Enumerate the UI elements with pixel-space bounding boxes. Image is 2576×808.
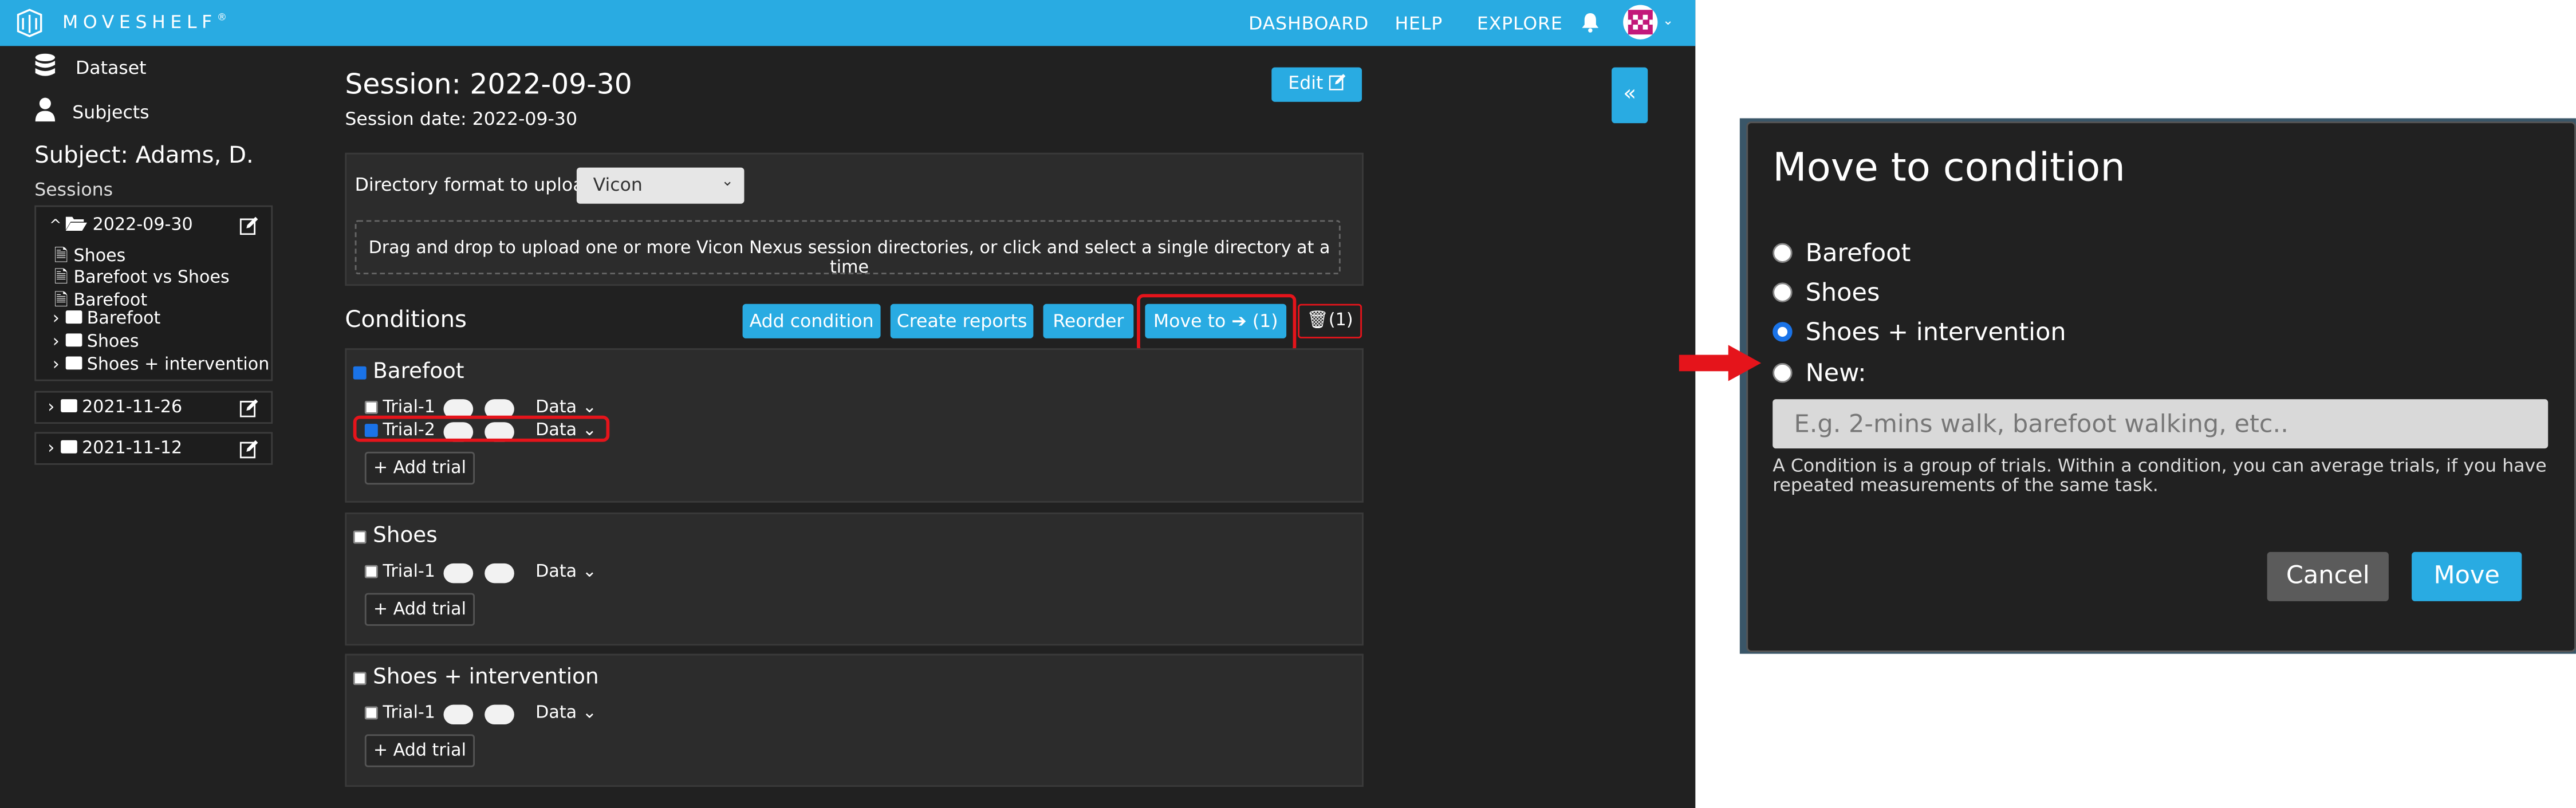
move-button[interactable]: Move: [2412, 551, 2522, 601]
trial-checkbox[interactable]: [364, 565, 378, 578]
subject-title: Subject: Adams, D.: [34, 143, 254, 170]
file-icon: 🗎: [54, 267, 68, 288]
file-icon: 🗎: [54, 246, 68, 266]
chevron-right-icon: ›: [48, 438, 55, 459]
chart-icon[interactable]: [443, 704, 474, 725]
nav-explore[interactable]: EXPLORE: [1477, 13, 1563, 34]
brand-name[interactable]: MOVESHELF®: [62, 11, 227, 33]
radio-label: Shoes: [1805, 277, 1880, 308]
add-condition-button[interactable]: Add condition: [742, 304, 881, 338]
nav-help[interactable]: HELP: [1395, 13, 1443, 34]
add-trial-button[interactable]: + Add trial: [364, 451, 475, 485]
video-icon[interactable]: [485, 563, 514, 584]
trial-checkbox[interactable]: [364, 400, 378, 414]
dialog-title: Move to condition: [1773, 144, 2126, 191]
collapse-panel-button[interactable]: «: [1612, 67, 1648, 124]
radio-button[interactable]: [1773, 243, 1793, 263]
chevron-right-icon: ›: [52, 332, 60, 352]
app-screenshot: MOVESHELF® DASHBOARD HELP EXPLORE ⌄ Data…: [0, 0, 1696, 808]
folder-icon: [65, 310, 82, 324]
trial-name[interactable]: Trial-1: [383, 397, 435, 417]
video-icon[interactable]: [485, 704, 514, 725]
upload-format-label: Directory format to upload: [355, 174, 596, 196]
folder-icon: [65, 333, 82, 347]
session-item-2021-11-26[interactable]: › 2021-11-26: [48, 397, 182, 417]
red-arrow-icon: [1679, 345, 1762, 381]
radio-button[interactable]: [1773, 282, 1793, 302]
edit-icon[interactable]: [239, 440, 258, 459]
nav-dashboard[interactable]: DASHBOARD: [1248, 13, 1369, 34]
chevron-down-icon[interactable]: ⌄: [1663, 13, 1673, 28]
folder-item[interactable]: › Shoes + intervention: [53, 355, 270, 375]
trial-name[interactable]: Trial-1: [383, 703, 435, 723]
trash-icon: 🗑: [1306, 310, 1329, 330]
data-dropdown[interactable]: Data ⌄: [535, 397, 597, 417]
top-navbar: MOVESHELF® DASHBOARD HELP EXPLORE ⌄: [0, 0, 1696, 46]
moveshelf-logo-icon: [17, 9, 42, 37]
folder-icon: [65, 356, 82, 370]
chevron-down-icon: ⌄: [582, 562, 597, 582]
bell-icon[interactable]: [1581, 11, 1600, 33]
folder-open-icon: [65, 216, 88, 231]
condition-checkbox[interactable]: [353, 672, 367, 685]
upload-format-select[interactable]: Vicon ⌄: [576, 167, 745, 204]
avatar[interactable]: [1623, 5, 1658, 40]
condition-name: Barefoot: [373, 360, 464, 385]
chart-icon[interactable]: [443, 563, 474, 584]
add-trial-button[interactable]: + Add trial: [364, 593, 475, 626]
conditions-title: Conditions: [345, 307, 467, 334]
page-title: Session: 2022-09-30: [345, 69, 632, 102]
chevron-right-icon: ›: [52, 354, 60, 375]
condition-name: Shoes + intervention: [373, 665, 599, 690]
data-dropdown[interactable]: Data ⌄: [535, 703, 597, 723]
radio-label: Shoes + intervention: [1805, 317, 2066, 347]
chevron-right-icon: ›: [48, 397, 55, 417]
user-icon: [35, 97, 56, 122]
trial-name[interactable]: Trial-1: [383, 562, 435, 581]
edit-icon[interactable]: [239, 216, 258, 235]
database-icon: [35, 53, 56, 76]
upload-drop-zone[interactable]: Drag and drop to upload one or more Vico…: [355, 220, 1341, 278]
condition-name: Shoes: [373, 524, 438, 549]
add-trial-button[interactable]: + Add trial: [364, 734, 475, 767]
session-date-label: Session date: 2022-09-30: [345, 108, 578, 130]
folder-item[interactable]: › Shoes: [53, 332, 139, 351]
double-chevron-left-icon: «: [1623, 82, 1637, 107]
sessions-label: Sessions: [34, 179, 113, 200]
delete-button[interactable]: 🗑(1): [1298, 304, 1362, 338]
chevron-down-icon: ⌄: [721, 174, 734, 191]
chevron-up-icon[interactable]: ^: [49, 219, 66, 235]
reorder-button[interactable]: Reorder: [1043, 304, 1134, 338]
folder-icon: [60, 440, 77, 454]
sidebar-link-subjects[interactable]: Subjects: [72, 102, 149, 123]
folder-item[interactable]: › Barefoot: [53, 309, 161, 328]
radio-label: New:: [1805, 358, 1866, 388]
chevron-down-icon: ⌄: [582, 397, 597, 417]
file-icon: 🗎: [54, 290, 68, 311]
session-item-2021-11-12[interactable]: › 2021-11-12: [48, 439, 182, 458]
radio-button[interactable]: [1773, 362, 1793, 383]
session-item-2022-09-30[interactable]: ^ 2022-09-30: [49, 215, 193, 235]
folder-icon: [60, 399, 77, 413]
dialog-help-text: A Condition is a group of trials. Within…: [1773, 455, 2547, 496]
new-condition-input[interactable]: [1773, 399, 2549, 449]
edit-icon[interactable]: [239, 399, 258, 417]
edit-button[interactable]: Edit: [1271, 67, 1362, 102]
radio-button[interactable]: [1773, 322, 1793, 342]
sidebar-link-dataset[interactable]: Dataset: [76, 57, 147, 78]
radio-label: Barefoot: [1805, 238, 1911, 268]
data-dropdown[interactable]: Data ⌄: [535, 562, 597, 581]
drop-zone-text: Drag and drop to upload one or more Vico…: [368, 238, 1330, 278]
highlight-trial: [353, 415, 610, 442]
cancel-button[interactable]: Cancel: [2267, 551, 2389, 601]
trial-checkbox[interactable]: [364, 706, 378, 720]
highlight-move-to: [1137, 294, 1297, 353]
condition-checkbox[interactable]: [353, 530, 367, 544]
create-reports-button[interactable]: Create reports: [890, 304, 1034, 338]
chevron-right-icon: ›: [52, 309, 60, 329]
condition-checkbox[interactable]: [353, 366, 367, 380]
edit-icon: [1329, 74, 1346, 90]
chevron-down-icon: ⌄: [582, 703, 597, 723]
